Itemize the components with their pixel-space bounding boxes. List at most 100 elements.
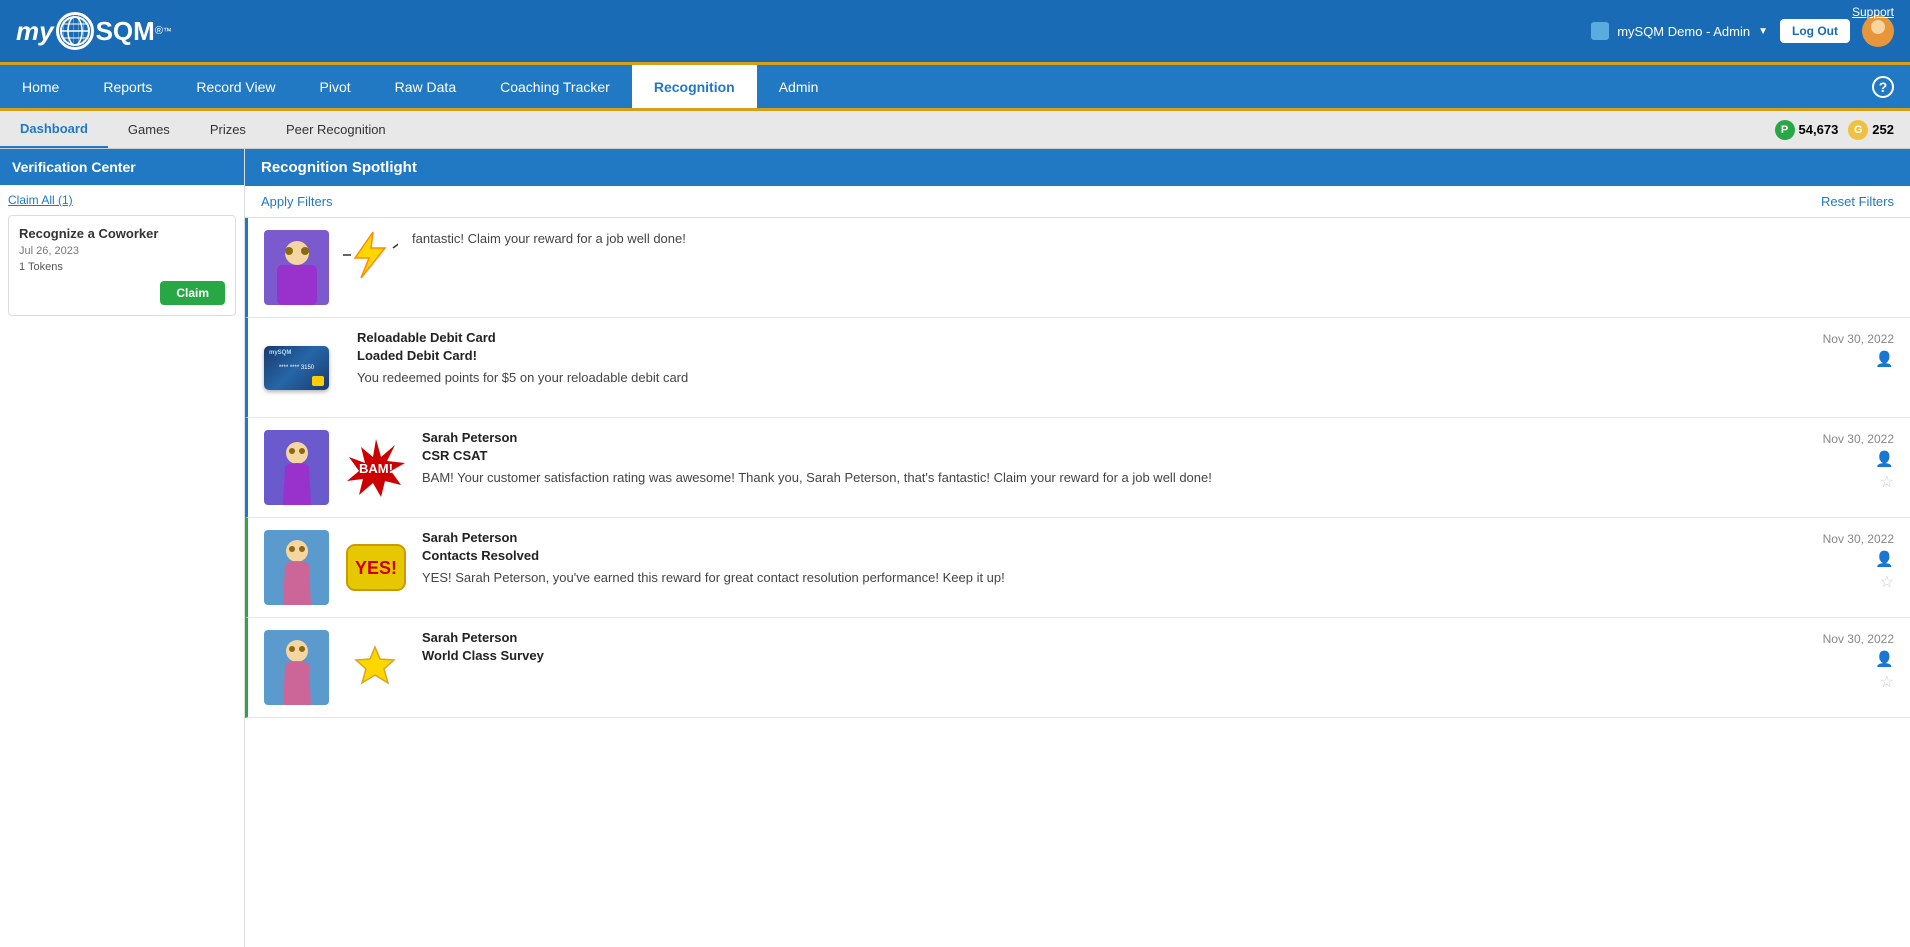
rec-entry-3: YES! Sarah Peterson Contacts Resolved YE… <box>245 518 1910 618</box>
rec-avatar-1: mySQM **** **** 3150 <box>264 330 329 405</box>
rec-date-4: Nov 30, 2022 <box>1823 632 1894 646</box>
rec-content-1: Reloadable Debit Card Loaded Debit Card!… <box>357 330 1894 405</box>
star-icon-2[interactable]: ☆ <box>1880 472 1894 492</box>
svg-text:YES!: YES! <box>354 558 396 578</box>
user-info: mySQM Demo - Admin ▼ <box>1591 22 1768 40</box>
g-value: 252 <box>1872 122 1894 137</box>
rec-date-1: Nov 30, 2022 <box>1823 332 1894 346</box>
rec-meta-1: Nov 30, 2022 👤 <box>1823 332 1894 368</box>
sidebar: Verification Center Claim All (1) Recogn… <box>0 149 245 947</box>
card-tokens: 1 Tokens <box>19 261 225 273</box>
rec-avatar-2 <box>264 430 329 505</box>
rec-content-4: Sarah Peterson World Class Survey <box>422 630 1894 705</box>
rec-entry-2: BAM! Sarah Peterson CSR CSAT BAM! Your c… <box>245 418 1910 518</box>
support-link-area: Support <box>1852 4 1894 19</box>
nav-record-view[interactable]: Record View <box>174 65 297 108</box>
top-bar: my SQM ® ™ Support mySQM Demo - Admin ▼ … <box>0 0 1910 65</box>
rec-meta-3: Nov 30, 2022 👤 ☆ <box>1823 532 1894 592</box>
sub-nav-dashboard[interactable]: Dashboard <box>0 111 108 148</box>
rec-date-2: Nov 30, 2022 <box>1823 432 1894 446</box>
rec-content-2: Sarah Peterson CSR CSAT BAM! Your custom… <box>422 430 1894 505</box>
sub-nav-prizes[interactable]: Prizes <box>190 111 266 148</box>
rec-name-3: Sarah Peterson <box>422 530 1894 545</box>
rec-desc-3: YES! Sarah Peterson, you've earned this … <box>422 569 1894 587</box>
rec-title-3: Contacts Resolved <box>422 548 1894 563</box>
rec-entry-4: Sarah Peterson World Class Survey Nov 30… <box>245 618 1910 718</box>
content-area: Recognition Spotlight Apply Filters Rese… <box>245 149 1910 947</box>
rec-entry-0: fantastic! Claim your reward for a job w… <box>245 218 1910 318</box>
rec-avatar-3 <box>264 530 329 605</box>
sub-nav-peer-recognition[interactable]: Peer Recognition <box>266 111 406 148</box>
sidebar-title: Verification Center <box>12 159 136 175</box>
p-value: 54,673 <box>1799 122 1839 137</box>
svg-text:BAM!: BAM! <box>359 461 393 476</box>
user-icon <box>1591 22 1609 40</box>
spotlight-title: Recognition Spotlight <box>261 159 417 176</box>
apply-filters-link[interactable]: Apply Filters <box>261 194 333 209</box>
rec-desc-2: BAM! Your customer satisfaction rating w… <box>422 469 1894 487</box>
rec-title-1: Loaded Debit Card! <box>357 348 1894 363</box>
g-points-badge: G 252 <box>1848 120 1894 140</box>
logo-reg: ® <box>155 25 163 37</box>
claim-button[interactable]: Claim <box>160 281 225 305</box>
logo-my: my <box>16 16 54 47</box>
debit-card-icon: mySQM **** **** 3150 <box>264 346 329 390</box>
rec-title-2: CSR CSAT <box>422 448 1894 463</box>
logo-area: my SQM ® ™ <box>16 12 172 50</box>
card-date: Jul 26, 2023 <box>19 245 225 257</box>
nav-home[interactable]: Home <box>0 65 81 108</box>
help-button[interactable]: ? <box>1856 65 1910 108</box>
recognition-spotlight-header: Recognition Spotlight <box>245 149 1910 186</box>
person-icon-4: 👤 <box>1875 650 1894 668</box>
logo-globe <box>56 12 94 50</box>
card-title: Recognize a Coworker <box>19 226 225 241</box>
claim-all-link[interactable]: Claim All (1) <box>8 193 236 207</box>
sidebar-scroll[interactable]: Claim All (1) Recognize a Coworker Jul 2… <box>0 185 244 947</box>
g-circle: G <box>1848 120 1868 140</box>
nav-pivot[interactable]: Pivot <box>298 65 373 108</box>
rec-name-1: Reloadable Debit Card <box>357 330 1894 345</box>
rec-avatar-0 <box>264 230 329 305</box>
rec-badge-3: YES! <box>343 530 408 605</box>
nav-reports[interactable]: Reports <box>81 65 174 108</box>
sub-nav: Dashboard Games Prizes Peer Recognition … <box>0 111 1910 149</box>
nav-recognition[interactable]: Recognition <box>632 65 757 108</box>
dropdown-arrow-user[interactable]: ▼ <box>1758 26 1768 37</box>
sidebar-header: Verification Center <box>0 149 244 185</box>
rec-title-4: World Class Survey <box>422 648 1894 663</box>
rec-content-0: fantastic! Claim your reward for a job w… <box>412 230 1894 305</box>
reset-filters-link[interactable]: Reset Filters <box>1821 194 1894 209</box>
support-link[interactable]: Support <box>1852 5 1894 19</box>
user-name: mySQM Demo - Admin <box>1617 24 1750 39</box>
points-area: P 54,673 G 252 <box>1759 111 1910 148</box>
rec-badge-4 <box>343 630 408 705</box>
rec-content-3: Sarah Peterson Contacts Resolved YES! Sa… <box>422 530 1894 605</box>
logout-button[interactable]: Log Out <box>1780 19 1850 43</box>
logo-sqm: SQM <box>96 16 155 47</box>
star-icon-4[interactable]: ☆ <box>1880 672 1894 692</box>
rec-badge-2: BAM! <box>343 430 408 505</box>
main-layout: Verification Center Claim All (1) Recogn… <box>0 149 1910 947</box>
person-icon-2: 👤 <box>1875 450 1894 468</box>
nav-coaching-tracker[interactable]: Coaching Tracker <box>478 65 632 108</box>
rec-meta-2: Nov 30, 2022 👤 ☆ <box>1823 432 1894 492</box>
sub-nav-games[interactable]: Games <box>108 111 190 148</box>
nav-admin[interactable]: Admin <box>757 65 841 108</box>
rec-avatar-4 <box>264 630 329 705</box>
spotlight-body[interactable]: Apply Filters Reset Filters <box>245 186 1910 947</box>
rec-meta-4: Nov 30, 2022 👤 ☆ <box>1823 632 1894 692</box>
rec-desc-1: You redeemed points for $5 on your reloa… <box>357 369 1894 387</box>
rec-entry-1: mySQM **** **** 3150 Reloadable Debit Ca… <box>245 318 1910 418</box>
p-points-badge: P 54,673 <box>1775 120 1839 140</box>
p-circle: P <box>1775 120 1795 140</box>
avatar <box>1862 15 1894 47</box>
top-right: mySQM Demo - Admin ▼ Log Out <box>1591 15 1894 47</box>
rec-badge-0 <box>343 230 398 280</box>
logo-tm: ™ <box>163 26 172 36</box>
rec-name-2: Sarah Peterson <box>422 430 1894 445</box>
nav-raw-data[interactable]: Raw Data <box>373 65 478 108</box>
svg-text:?: ? <box>1879 79 1888 95</box>
rec-desc-0: fantastic! Claim your reward for a job w… <box>412 230 1894 248</box>
card-footer: Claim <box>19 281 225 305</box>
star-icon-3[interactable]: ☆ <box>1880 572 1894 592</box>
